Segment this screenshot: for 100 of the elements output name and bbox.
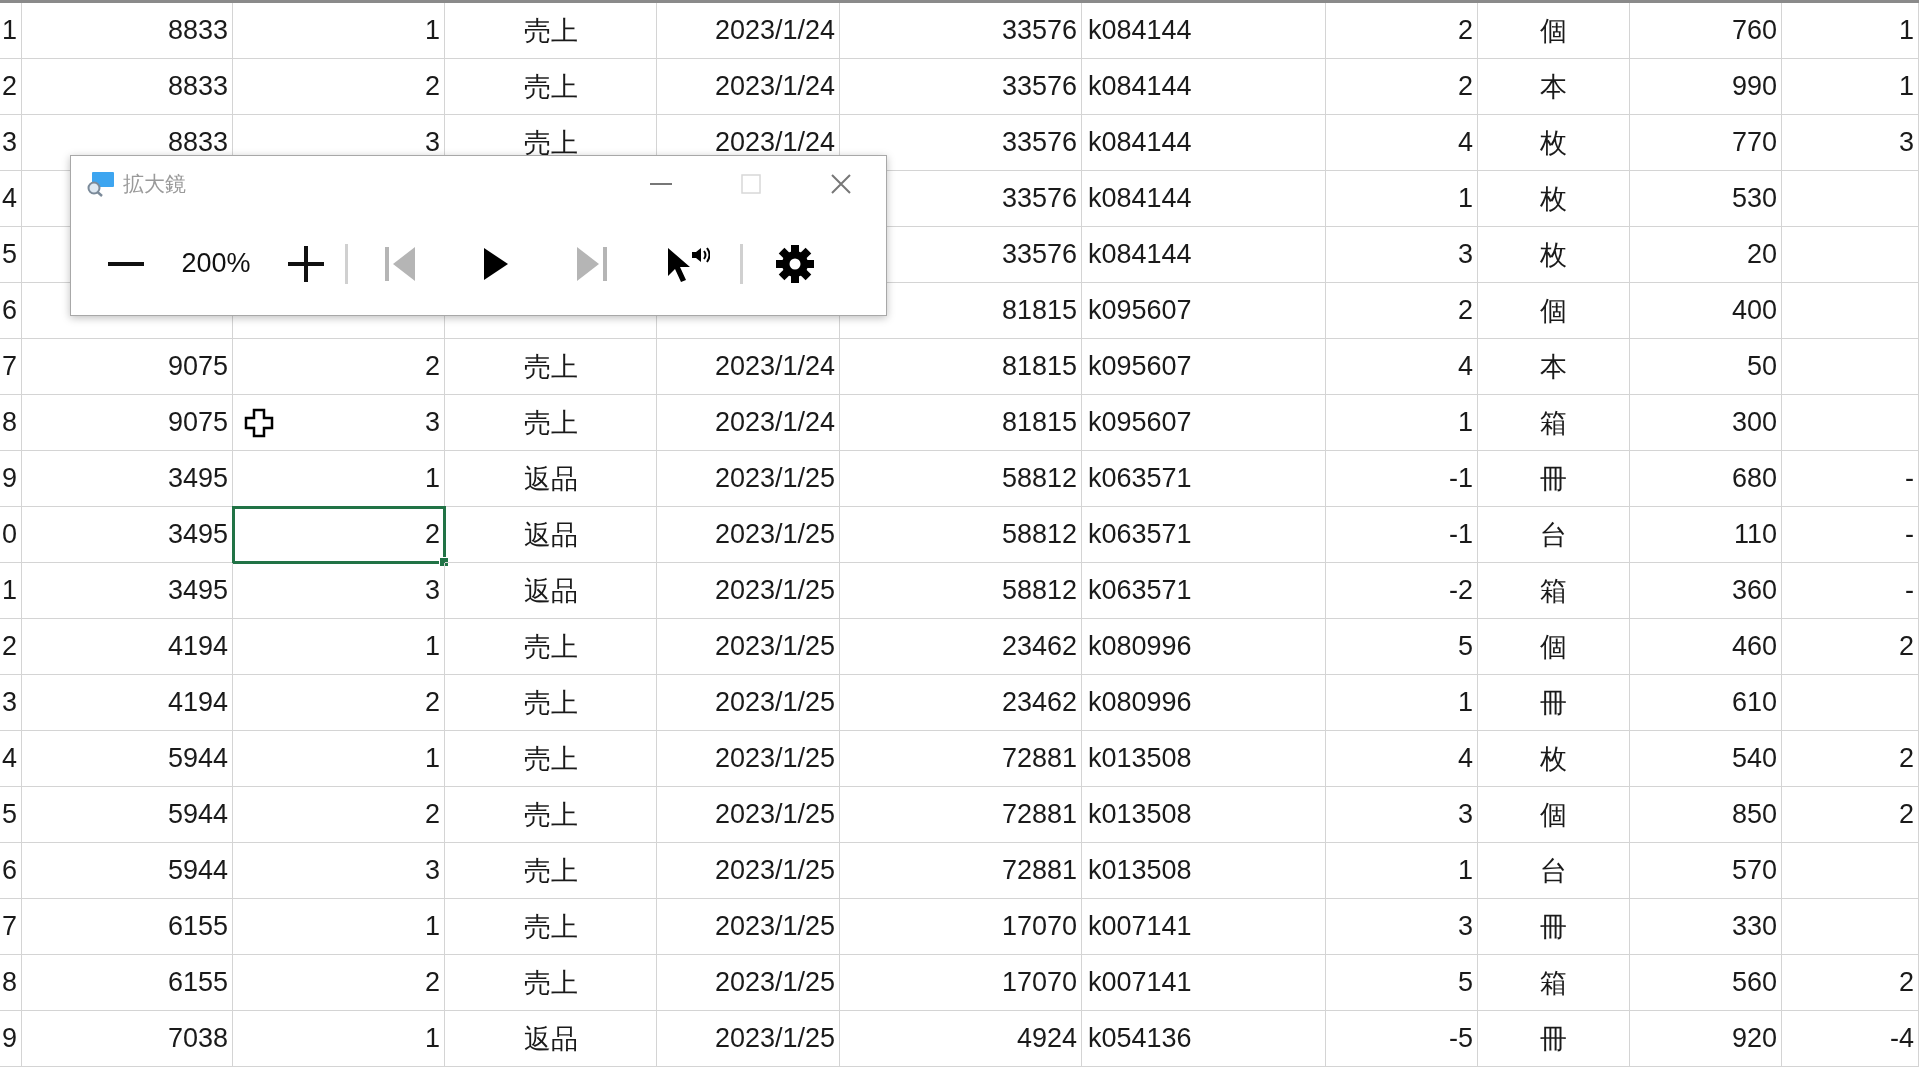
table-cell[interactable]: 4: [0, 731, 22, 787]
table-cell[interactable]: k013508: [1082, 787, 1326, 843]
table-cell[interactable]: 冊: [1478, 1011, 1630, 1067]
table-cell[interactable]: 58812: [840, 563, 1082, 619]
table-cell[interactable]: 売上: [445, 675, 657, 731]
table-cell[interactable]: 返品: [445, 1011, 657, 1067]
table-cell[interactable]: 7038: [22, 1011, 233, 1067]
table-cell[interactable]: 4: [1326, 115, 1478, 171]
table-cell[interactable]: 3: [0, 675, 22, 731]
table-cell[interactable]: 売上: [445, 731, 657, 787]
table-cell[interactable]: 1: [1326, 843, 1478, 899]
table-cell[interactable]: k095607: [1082, 395, 1326, 451]
table-cell[interactable]: 売上: [445, 3, 657, 59]
table-cell[interactable]: 台: [1478, 843, 1630, 899]
table-cell[interactable]: 2023/1/24: [657, 395, 840, 451]
table-cell[interactable]: 冊: [1478, 675, 1630, 731]
table-cell[interactable]: k084144: [1082, 3, 1326, 59]
table-cell[interactable]: 570: [1630, 843, 1782, 899]
table-cell[interactable]: 箱: [1478, 395, 1630, 451]
table-cell[interactable]: 680: [1630, 451, 1782, 507]
table-cell[interactable]: k095607: [1082, 283, 1326, 339]
table-cell[interactable]: 2: [233, 339, 445, 395]
table-cell[interactable]: 5: [1326, 955, 1478, 1011]
table-cell[interactable]: 400: [1630, 283, 1782, 339]
table-cell[interactable]: 個: [1478, 3, 1630, 59]
table-cell[interactable]: 売上: [445, 395, 657, 451]
table-cell[interactable]: [1782, 899, 1919, 955]
table-cell[interactable]: 2023/1/25: [657, 955, 840, 1011]
table-cell[interactable]: -: [1782, 563, 1919, 619]
table-cell[interactable]: 1: [233, 1011, 445, 1067]
table-cell[interactable]: 33576: [840, 59, 1082, 115]
table-cell[interactable]: 売上: [445, 955, 657, 1011]
table-cell[interactable]: 360: [1630, 563, 1782, 619]
table-cell[interactable]: 0: [0, 507, 22, 563]
table-cell[interactable]: 4: [1326, 339, 1478, 395]
table-cell[interactable]: 50: [1630, 339, 1782, 395]
table-cell[interactable]: 610: [1630, 675, 1782, 731]
table-cell[interactable]: 3495: [22, 451, 233, 507]
table-cell[interactable]: 売上: [445, 787, 657, 843]
table-cell[interactable]: 箱: [1478, 563, 1630, 619]
table-cell[interactable]: 2023/1/25: [657, 507, 840, 563]
table-cell[interactable]: 2023/1/24: [657, 59, 840, 115]
table-cell[interactable]: [1782, 339, 1919, 395]
table-cell[interactable]: 23462: [840, 619, 1082, 675]
table-cell[interactable]: 冊: [1478, 451, 1630, 507]
table-cell[interactable]: 2: [233, 59, 445, 115]
table-cell[interactable]: -4: [1782, 1011, 1919, 1067]
table-cell[interactable]: 9: [0, 1011, 22, 1067]
table-cell[interactable]: 8: [0, 395, 22, 451]
table-cell[interactable]: -5: [1326, 1011, 1478, 1067]
table-cell[interactable]: 8833: [22, 59, 233, 115]
table-cell[interactable]: 3: [1326, 787, 1478, 843]
table-cell[interactable]: 6155: [22, 955, 233, 1011]
table-cell[interactable]: 540: [1630, 731, 1782, 787]
table-cell[interactable]: 9075: [22, 395, 233, 451]
table-cell[interactable]: 2: [233, 787, 445, 843]
table-cell[interactable]: 460: [1630, 619, 1782, 675]
table-cell[interactable]: 17070: [840, 955, 1082, 1011]
table-cell[interactable]: 本: [1478, 339, 1630, 395]
table-cell[interactable]: 81815: [840, 395, 1082, 451]
table-cell[interactable]: 58812: [840, 451, 1082, 507]
table-cell[interactable]: [1782, 675, 1919, 731]
table-cell[interactable]: 2023/1/25: [657, 843, 840, 899]
table-cell[interactable]: k063571: [1082, 451, 1326, 507]
table-cell[interactable]: 6155: [22, 899, 233, 955]
table-cell[interactable]: 枚: [1478, 115, 1630, 171]
table-cell[interactable]: 売上: [445, 339, 657, 395]
table-cell[interactable]: 1: [233, 3, 445, 59]
table-cell[interactable]: k084144: [1082, 59, 1326, 115]
table-cell[interactable]: 2: [0, 59, 22, 115]
table-cell[interactable]: 2: [1326, 59, 1478, 115]
table-cell[interactable]: 33576: [840, 3, 1082, 59]
table-cell[interactable]: 5: [0, 227, 22, 283]
table-cell[interactable]: 81815: [840, 339, 1082, 395]
table-cell[interactable]: 返品: [445, 507, 657, 563]
table-cell[interactable]: 1: [1326, 675, 1478, 731]
table-cell[interactable]: 2: [0, 619, 22, 675]
table-cell[interactable]: 5944: [22, 731, 233, 787]
table-cell[interactable]: 7: [0, 899, 22, 955]
table-cell[interactable]: 売上: [445, 899, 657, 955]
table-cell[interactable]: 3: [1326, 899, 1478, 955]
table-cell[interactable]: [1782, 395, 1919, 451]
table-cell[interactable]: 2023/1/25: [657, 675, 840, 731]
table-cell[interactable]: 4924: [840, 1011, 1082, 1067]
table-cell[interactable]: 8833: [22, 3, 233, 59]
table-cell[interactable]: 4194: [22, 675, 233, 731]
table-cell[interactable]: [1782, 283, 1919, 339]
table-cell[interactable]: k063571: [1082, 563, 1326, 619]
table-cell[interactable]: 枚: [1478, 731, 1630, 787]
table-cell[interactable]: 2023/1/24: [657, 3, 840, 59]
table-cell[interactable]: k084144: [1082, 115, 1326, 171]
table-cell[interactable]: 2023/1/25: [657, 787, 840, 843]
table-cell[interactable]: 冊: [1478, 899, 1630, 955]
table-cell[interactable]: 1: [1326, 171, 1478, 227]
table-cell[interactable]: 2023/1/25: [657, 1011, 840, 1067]
table-cell[interactable]: 5944: [22, 787, 233, 843]
table-cell[interactable]: 920: [1630, 1011, 1782, 1067]
table-cell[interactable]: k063571: [1082, 507, 1326, 563]
table-cell[interactable]: 本: [1478, 59, 1630, 115]
table-cell[interactable]: 990: [1630, 59, 1782, 115]
